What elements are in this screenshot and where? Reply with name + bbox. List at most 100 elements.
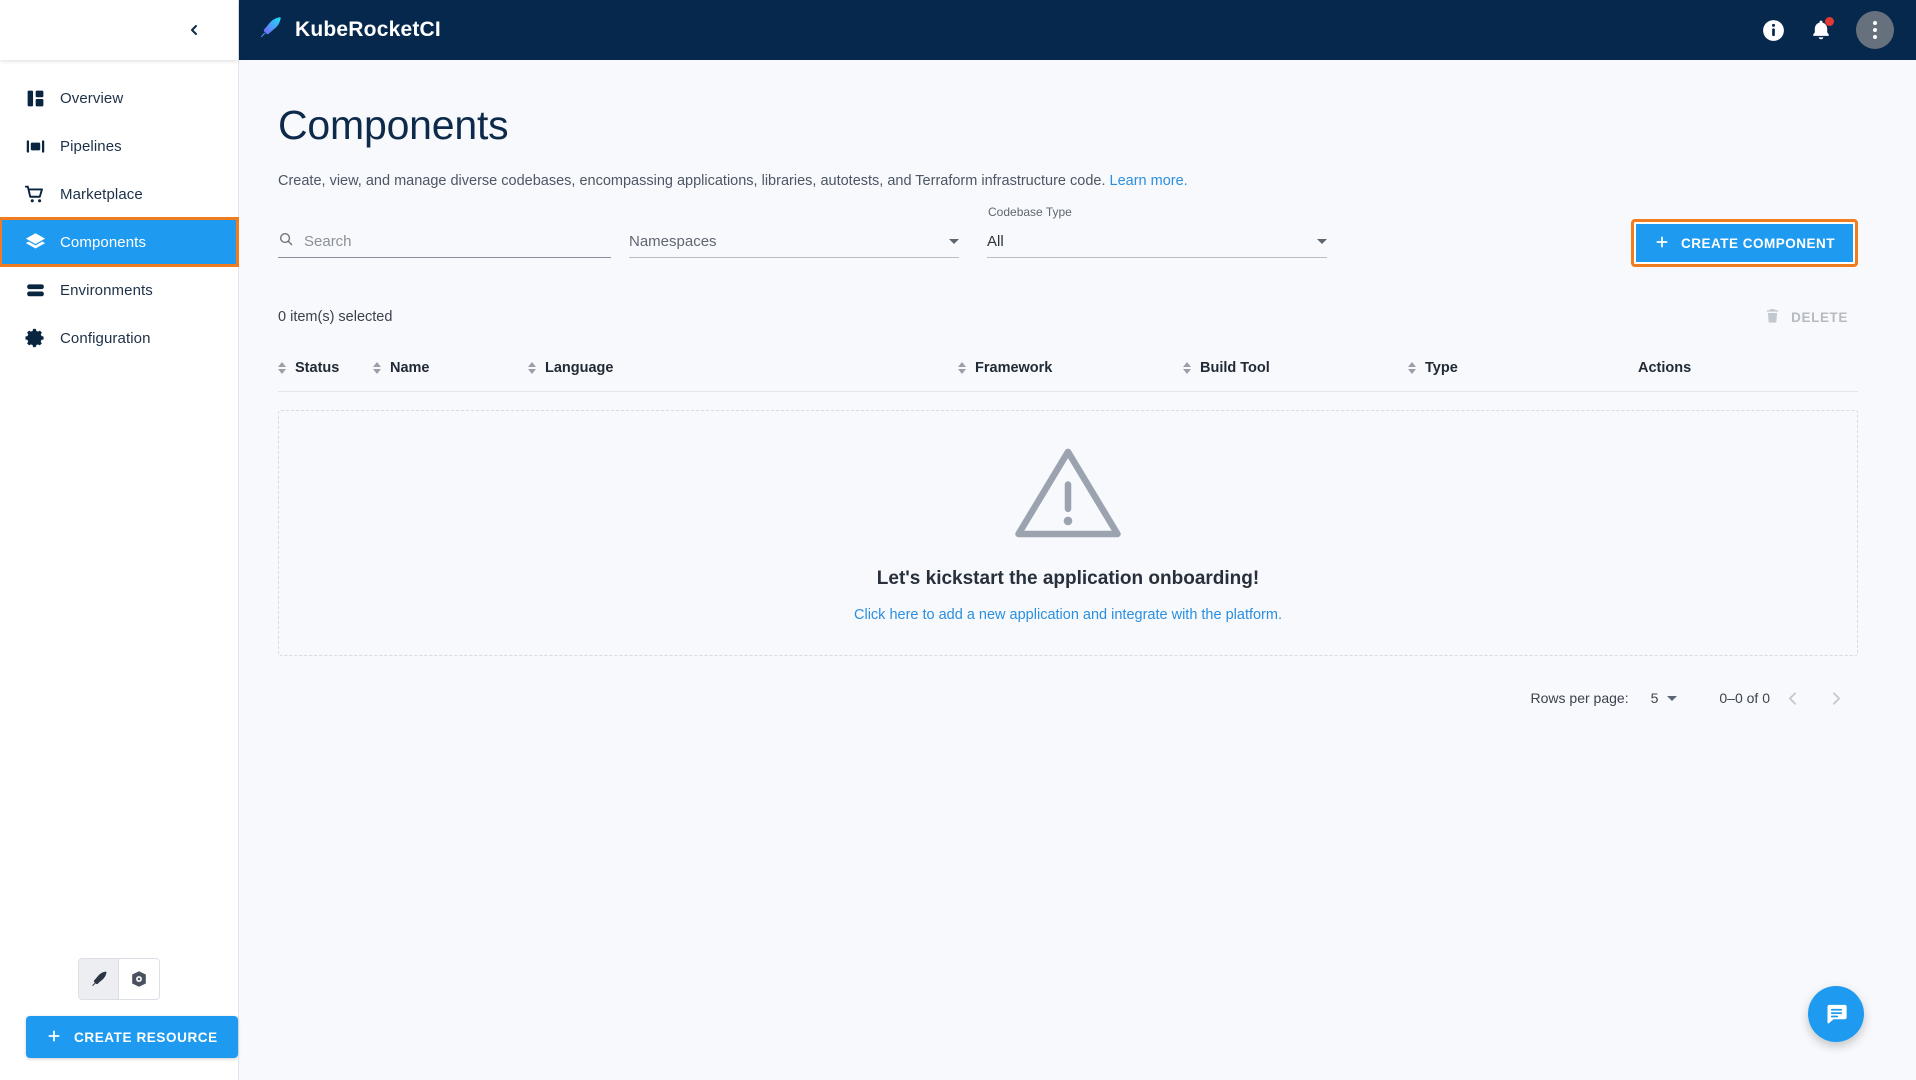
column-header-actions: Actions (1638, 360, 1691, 376)
chevron-down-icon (1317, 239, 1327, 244)
mode-toggle-kubernetes[interactable] (119, 959, 159, 999)
kubernetes-icon (130, 970, 148, 988)
gear-icon (10, 327, 60, 349)
column-header-type[interactable]: Type (1408, 360, 1638, 376)
empty-state: Let's kickstart the application onboardi… (278, 410, 1858, 656)
namespaces-select-value: Namespaces (629, 233, 717, 250)
sidebar-item-label: Pipelines (60, 138, 122, 155)
notifications-button[interactable] (1809, 18, 1833, 42)
more-vertical-icon (1873, 35, 1877, 39)
sort-icon[interactable] (1408, 362, 1416, 374)
info-circle-icon (1761, 18, 1786, 43)
top-bar: KubeRocketCI (238, 0, 1916, 60)
cart-icon (10, 183, 60, 205)
selected-count: 0 item(s) selected (278, 309, 392, 325)
column-header-label: Status (295, 360, 339, 376)
layers-icon (10, 231, 60, 254)
create-component-highlight: CREATE COMPONENT (1631, 219, 1858, 267)
sidebar-footer: CREATE RESOURCE (0, 958, 238, 1080)
page-title: Components (278, 102, 1858, 149)
plus-icon (1654, 234, 1670, 253)
sidebar-item-configuration[interactable]: Configuration (0, 314, 238, 362)
sort-icon[interactable] (278, 362, 286, 374)
brand[interactable]: KubeRocketCI (258, 15, 441, 45)
sidebar-item-label: Overview (60, 90, 123, 107)
sidebar-collapse-button[interactable] (180, 16, 208, 44)
column-header-framework[interactable]: Framework (958, 360, 1183, 376)
pipelines-icon (10, 136, 60, 157)
codebase-type-select[interactable]: Codebase Type All (987, 226, 1327, 258)
search-field[interactable] (278, 226, 611, 258)
topbar-actions (1761, 11, 1894, 49)
delete-button[interactable]: DELETE (1754, 299, 1858, 335)
create-resource-button[interactable]: CREATE RESOURCE (26, 1016, 238, 1058)
notification-badge (1825, 17, 1834, 26)
sort-icon[interactable] (958, 362, 966, 374)
pagination: Rows per page: 5 0–0 of 0 (278, 676, 1858, 720)
empty-state-link[interactable]: Click here to add a new application and … (854, 607, 1282, 623)
selection-bar: 0 item(s) selected DELETE (278, 296, 1858, 338)
create-component-button[interactable]: CREATE COMPONENT (1636, 224, 1853, 262)
sidebar: Overview Pipelines Marketplace (0, 0, 238, 1080)
plus-icon (46, 1028, 62, 1047)
warning-triangle-icon (1012, 443, 1124, 546)
pagination-range: 0–0 of 0 (1719, 690, 1770, 706)
learn-more-link[interactable]: Learn more. (1110, 173, 1188, 189)
sort-icon[interactable] (1183, 362, 1191, 374)
codebase-type-value: All (987, 233, 1004, 250)
chevron-down-icon (1667, 696, 1677, 701)
chevron-left-icon (186, 22, 202, 38)
chevron-left-icon (1782, 688, 1803, 709)
namespaces-select[interactable]: Namespaces (629, 226, 959, 258)
table-header-row: Status Name Language Framework Build Too… (278, 344, 1858, 392)
components-table: Status Name Language Framework Build Too… (278, 344, 1858, 720)
sidebar-item-label: Configuration (60, 330, 151, 347)
sidebar-item-label: Marketplace (60, 186, 143, 203)
sidebar-item-environments[interactable]: Environments (0, 266, 238, 314)
chat-icon (1823, 1001, 1850, 1028)
sort-icon[interactable] (373, 362, 381, 374)
codebase-type-label: Codebase Type (988, 205, 1072, 219)
column-header-label: Build Tool (1200, 360, 1270, 376)
chevron-right-icon (1826, 688, 1847, 709)
sidebar-nav: Overview Pipelines Marketplace (0, 60, 238, 958)
column-header-name[interactable]: Name (373, 360, 528, 376)
sidebar-item-pipelines[interactable]: Pipelines (0, 122, 238, 170)
dashboard-icon (10, 88, 60, 109)
sidebar-item-label: Environments (60, 282, 153, 299)
sidebar-item-components[interactable]: Components (0, 218, 238, 266)
user-menu-button[interactable] (1856, 11, 1894, 49)
column-header-label: Language (545, 360, 613, 376)
rows-per-page-value: 5 (1651, 690, 1659, 706)
mode-toggle-group (78, 958, 160, 1000)
rows-per-page-select[interactable]: 5 (1651, 690, 1678, 706)
next-page-button[interactable] (1814, 676, 1858, 720)
rocket-pen-icon (258, 15, 283, 45)
column-header-build-tool[interactable]: Build Tool (1183, 360, 1408, 376)
chat-fab-button[interactable] (1808, 986, 1864, 1042)
previous-page-button[interactable] (1770, 676, 1814, 720)
search-input[interactable] (304, 233, 611, 250)
column-header-label: Actions (1638, 360, 1691, 376)
brand-name: KubeRocketCI (295, 18, 441, 42)
filter-bar: Namespaces Codebase Type All CREATE COMP… (278, 226, 1858, 258)
column-header-language[interactable]: Language (528, 360, 958, 376)
more-vertical-icon (1873, 28, 1877, 32)
mode-toggle-kuberocket[interactable] (79, 959, 119, 999)
sidebar-item-marketplace[interactable]: Marketplace (0, 170, 238, 218)
column-header-status[interactable]: Status (278, 360, 373, 376)
more-vertical-icon (1873, 21, 1877, 25)
sort-icon[interactable] (528, 362, 536, 374)
info-button[interactable] (1761, 18, 1786, 43)
search-icon (278, 231, 294, 252)
rocket-pen-icon (90, 970, 108, 988)
column-header-label: Type (1425, 360, 1458, 376)
main-content: Components Create, view, and manage dive… (238, 60, 1916, 1080)
create-resource-label: CREATE RESOURCE (74, 1030, 218, 1045)
page-description-text: Create, view, and manage diverse codebas… (278, 173, 1105, 189)
sidebar-header (0, 0, 238, 60)
column-header-label: Framework (975, 360, 1052, 376)
page-description: Create, view, and manage diverse codebas… (278, 173, 1858, 189)
delete-label: DELETE (1791, 310, 1848, 325)
sidebar-item-overview[interactable]: Overview (0, 74, 238, 122)
